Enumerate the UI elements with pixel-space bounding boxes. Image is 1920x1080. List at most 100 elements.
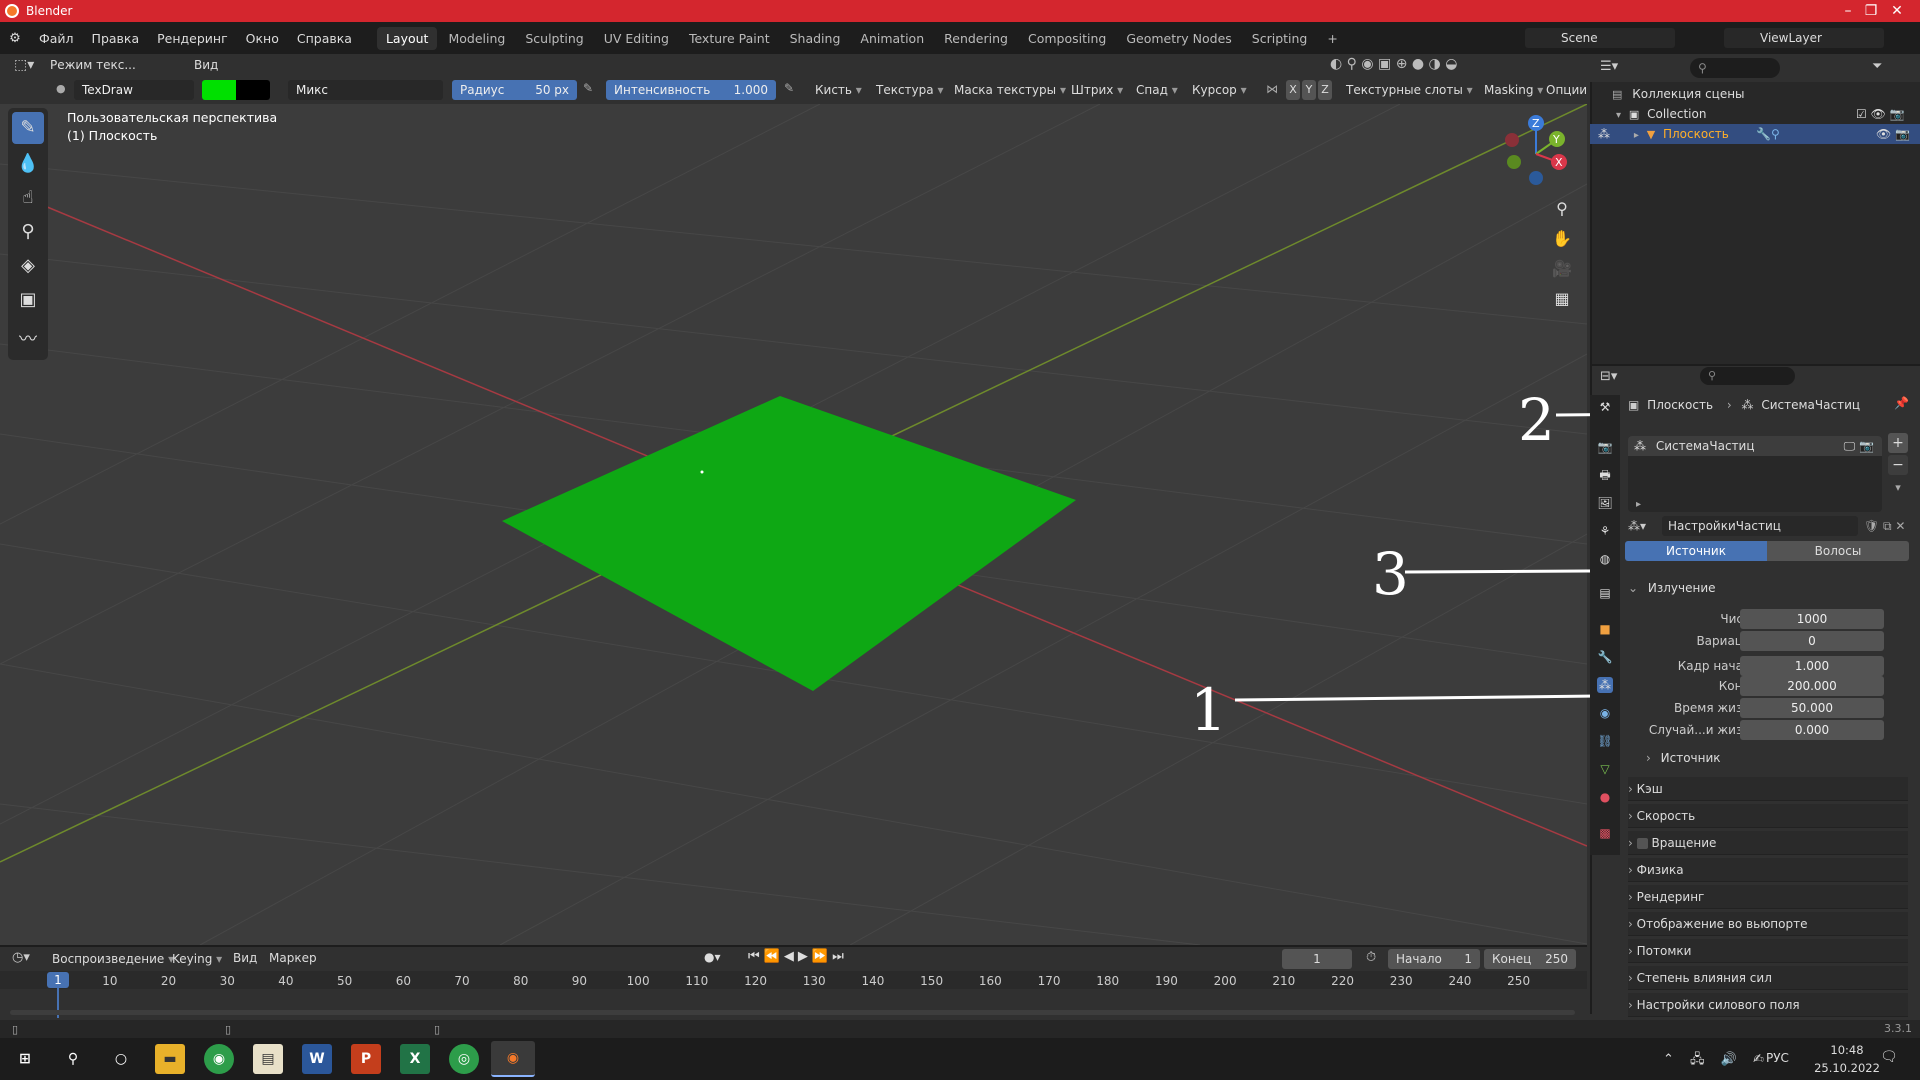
prop-row-frame-start: Кадр начала 1.000: [1628, 656, 1908, 676]
particle-settings-selector[interactable]: ⁂▾ НастройкиЧастиц 🛡 ⧉ ✕: [1628, 516, 1910, 536]
particles-tab-icon[interactable]: ⁂: [1597, 677, 1613, 693]
chrome-canary-icon[interactable]: ◎: [449, 1044, 479, 1074]
settings-actions-icons[interactable]: 🛡 ⧉ ✕: [1864, 516, 1906, 536]
lifetime-field[interactable]: 50.000: [1740, 698, 1884, 718]
preview-range-icon[interactable]: ⏱: [1366, 950, 1376, 965]
settings-browse-icon[interactable]: ⁂▾: [1628, 519, 1646, 533]
timeline-header: ◷▾ Воспроизведение Keying Вид Маркер ●▾ …: [0, 947, 1587, 971]
tool-tab-icon[interactable]: ⚒: [1597, 399, 1613, 415]
physics-tab-icon[interactable]: ◉: [1597, 705, 1613, 721]
outliner-editor-icon[interactable]: ☰▾: [1600, 59, 1618, 74]
frame-start-field[interactable]: 1.000: [1740, 656, 1884, 676]
children-panel-header[interactable]: › Потомки: [1628, 939, 1908, 963]
timeline-tick-label: 110: [685, 974, 709, 988]
render-tab-icon[interactable]: 📷: [1597, 439, 1613, 455]
particle-visibility-icons[interactable]: 🖵 📷: [1844, 436, 1874, 456]
playhead[interactable]: 1: [47, 972, 69, 988]
field-weights-panel-header[interactable]: › Степень влияния сил: [1628, 966, 1908, 990]
clock-date[interactable]: 25.10.2022: [1812, 1061, 1882, 1075]
marker-menu[interactable]: Маркер: [269, 951, 317, 965]
outliner-object-row[interactable]: ⁂ ▸ ▼ Плоскость 🔧⚲ 👁 📷: [1590, 124, 1920, 144]
timeline-editor-icon[interactable]: ◷▾: [12, 950, 30, 965]
clock-time[interactable]: 10:48: [1812, 1043, 1882, 1057]
timeline-scrollbar[interactable]: [10, 1010, 1575, 1015]
material-tab-icon[interactable]: ●: [1597, 789, 1613, 805]
hair-type-button[interactable]: Волосы: [1767, 541, 1909, 561]
list-expand-icon[interactable]: ▸: [1636, 499, 1641, 510]
expand-arrow-icon[interactable]: ▸: [1634, 130, 1639, 141]
timeline-tick-label: 90: [571, 974, 588, 988]
filter-icon[interactable]: ⏷: [1872, 59, 1882, 74]
variation-field[interactable]: 0: [1740, 631, 1884, 651]
outliner-scene-collection[interactable]: ▤ Коллекция сцены: [1590, 84, 1920, 104]
system-tray-icons[interactable]: ⌃ 🖧 🔊 ✍: [1663, 1050, 1770, 1072]
keying-menu[interactable]: Keying: [166, 949, 228, 969]
constraints-tab-icon[interactable]: ⛓: [1597, 733, 1613, 749]
emitter-type-button[interactable]: Источник: [1625, 541, 1767, 561]
object-tab-icon[interactable]: ■: [1597, 621, 1613, 637]
physics-panel-header[interactable]: › Физика: [1628, 858, 1908, 882]
emission-panel-header[interactable]: ⌄ Излучение: [1628, 576, 1908, 600]
properties-editor-icon[interactable]: ⊟▾: [1600, 369, 1617, 384]
properties-search-icon[interactable]: ⚲: [1700, 367, 1795, 385]
excel-icon[interactable]: X: [400, 1044, 430, 1074]
rotation-panel-header[interactable]: › Вращение: [1628, 831, 1908, 855]
rotation-checkbox[interactable]: [1636, 838, 1648, 849]
data-tab-icon[interactable]: ▽: [1597, 761, 1613, 777]
particle-system-list-item[interactable]: ⁂ СистемаЧастиц 🖵 📷: [1628, 436, 1882, 456]
add-particle-system-button[interactable]: +: [1888, 433, 1908, 453]
lifetime-random-field[interactable]: 0.000: [1740, 720, 1884, 740]
world-tab-icon[interactable]: ◍: [1597, 551, 1613, 567]
particle-settings-name[interactable]: НастройкиЧастиц: [1662, 516, 1858, 536]
properties-tabs: ⚒ 📷 🖶 🖼 ⚘ ◍ ▤ ■ 🔧 ⁂ ◉ ⛓ ▽ ● ▩: [1590, 395, 1620, 855]
timeline-view-menu[interactable]: Вид: [233, 951, 257, 965]
velocity-panel-header[interactable]: › Скорость: [1628, 804, 1908, 828]
output-tab-icon[interactable]: 🖶: [1597, 467, 1613, 483]
playback-controls-icons[interactable]: ⏮⏪◀▶⏩⏭: [748, 949, 848, 964]
prop-row-variation: Вариация 0: [1628, 631, 1908, 651]
collapse-arrow-icon[interactable]: ▾: [1616, 110, 1621, 121]
notifications-icon[interactable]: 🗨: [1880, 1049, 1898, 1065]
list-specials-icon[interactable]: ▾: [1888, 478, 1908, 498]
language-indicator[interactable]: РУС: [1766, 1051, 1789, 1065]
object-visibility-icons[interactable]: 👁 📷: [1876, 124, 1910, 144]
source-subpanel-header[interactable]: › Источник: [1646, 751, 1721, 765]
playback-menu[interactable]: Воспроизведение: [46, 949, 180, 969]
taskbar-search-icon[interactable]: ⚲: [58, 1044, 88, 1074]
breadcrumb-separator-icon: ›: [1726, 398, 1732, 412]
force-field-panel-header[interactable]: › Настройки силового поля: [1628, 993, 1908, 1017]
scene-tab-icon[interactable]: ⚘: [1597, 523, 1613, 539]
chrome-icon[interactable]: ◉: [204, 1044, 234, 1074]
collection-tab-icon[interactable]: ▤: [1597, 585, 1613, 601]
document-app-icon[interactable]: ▤: [253, 1044, 283, 1074]
frame-end-field[interactable]: 200.000: [1740, 676, 1884, 696]
render-panel-header[interactable]: › Рендеринг: [1628, 885, 1908, 909]
cache-panel-header[interactable]: › Кэш: [1628, 777, 1908, 801]
start-frame-field[interactable]: Начало 1: [1388, 949, 1480, 969]
modifier-tab-icon[interactable]: 🔧: [1597, 649, 1613, 665]
mouse-left-icon: ▯: [12, 1023, 19, 1036]
blender-taskbar-icon[interactable]: ◉: [491, 1041, 535, 1077]
annotation-number-3: 3: [1372, 540, 1409, 608]
record-button-icon[interactable]: ●▾: [704, 950, 721, 964]
collection-visibility-icons[interactable]: ☑ 👁 📷: [1856, 104, 1905, 124]
outliner-search-icon[interactable]: ⚲: [1690, 58, 1780, 78]
end-frame-field[interactable]: Конец 250: [1484, 949, 1576, 969]
viewport-display-panel-header[interactable]: › Отображение во вьюпорте: [1628, 912, 1908, 936]
texture-tab-icon[interactable]: ▩: [1597, 825, 1613, 841]
file-explorer-icon[interactable]: ▬: [155, 1044, 185, 1074]
mouse-right-icon: ▯: [434, 1023, 441, 1036]
powerpoint-icon[interactable]: P: [351, 1044, 381, 1074]
current-frame-field[interactable]: 1: [1282, 949, 1352, 969]
windows-start-icon[interactable]: ⊞: [10, 1044, 40, 1074]
word-icon[interactable]: W: [302, 1044, 332, 1074]
remove-particle-system-button[interactable]: −: [1888, 455, 1908, 475]
pin-icon[interactable]: 📌: [1894, 396, 1909, 410]
count-field[interactable]: 1000: [1740, 609, 1884, 629]
outliner-collection-row[interactable]: ▾ ▣ Collection ☑ 👁 📷: [1590, 104, 1920, 124]
modifier-particle-icons: 🔧⚲: [1756, 127, 1780, 141]
view-layer-tab-icon[interactable]: 🖼: [1597, 495, 1613, 511]
cortana-icon[interactable]: ○: [106, 1044, 136, 1074]
mesh-object-icon: ▼: [1646, 128, 1656, 141]
particle-systems-list[interactable]: ⁂ СистемаЧастиц 🖵 📷 ▸: [1628, 436, 1882, 512]
